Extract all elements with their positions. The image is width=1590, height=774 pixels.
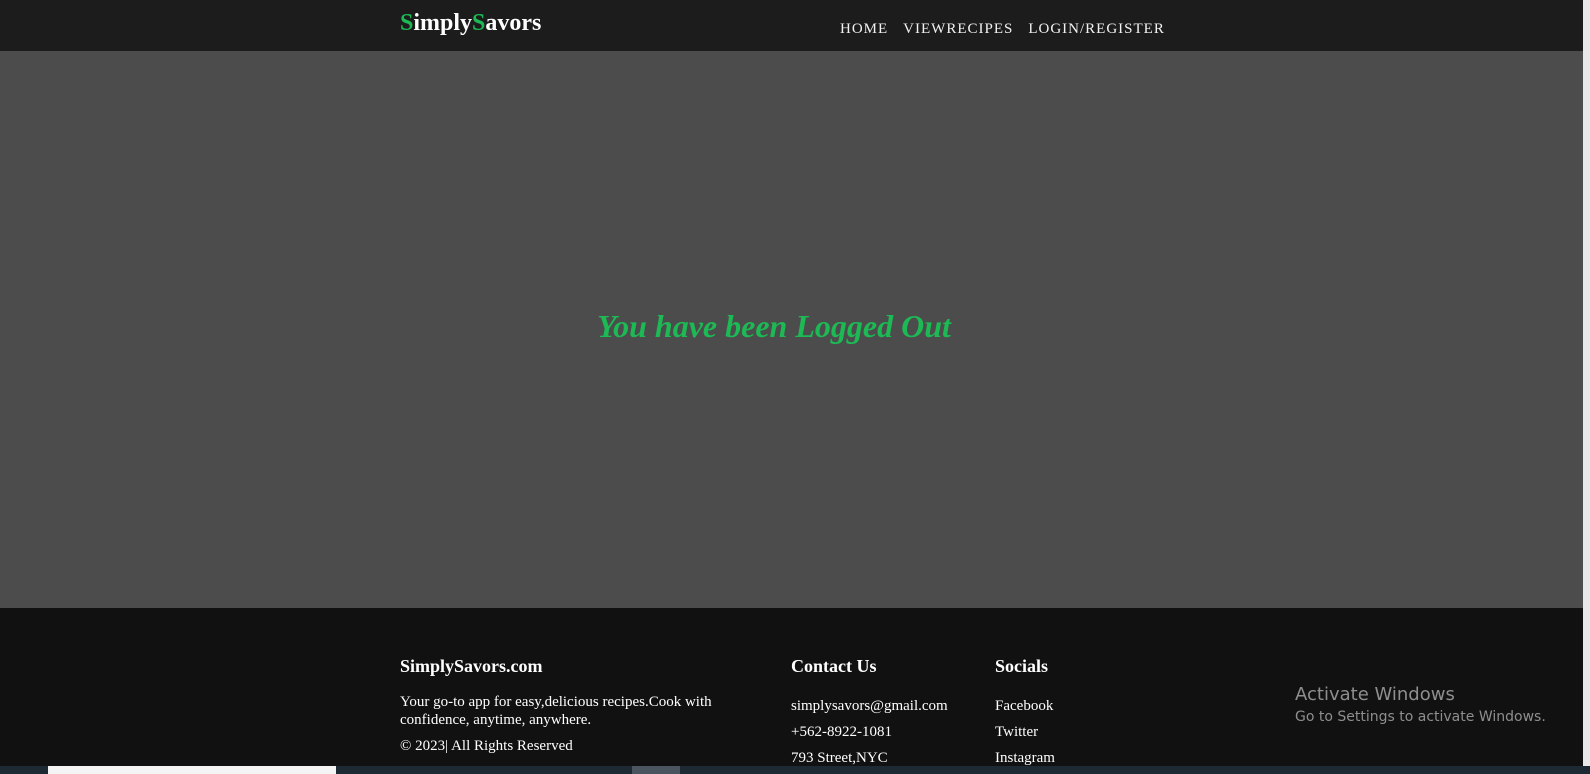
watermark-title: Activate Windows [1295,684,1455,705]
site-logo[interactable]: SimplySavors [400,10,541,37]
navbar: SimplySavors HOME VIEWRECIPES LOGIN/REGI… [0,0,1590,51]
nav-links: HOME VIEWRECIPES LOGIN/REGISTER [840,21,1165,38]
taskbar-active-item[interactable] [48,766,336,774]
nav-link-home[interactable]: HOME [840,21,888,38]
footer-contact: Contact Us simplysavors@gmail.com +562-8… [791,656,948,771]
taskbar-item[interactable] [632,766,680,774]
footer-about-heading: SimplySavors.com [400,656,543,676]
activate-windows-watermark: Activate Windows Go to Settings to activ… [1295,684,1546,725]
footer-socials: Socials Facebook Twitter Instagram [995,656,1055,771]
logo-initial-s: S [400,10,414,36]
social-link-facebook[interactable]: Facebook [995,693,1055,719]
vertical-scrollbar[interactable] [1583,0,1590,766]
footer-socials-heading: Socials [995,656,1049,676]
nav-link-login-register[interactable]: LOGIN/REGISTER [1028,21,1165,38]
logo-initial-s-second: S [472,10,486,36]
footer-contact-phone: +562-8922-1081 [791,724,892,740]
logout-message: You have been Logged Out [597,308,951,344]
footer-contact-email: simplysavors@gmail.com [791,698,948,714]
taskbar-strip [0,766,1590,774]
logo-text-avors: avors [485,10,542,36]
logo-text-imply: imply [413,10,473,36]
footer-contact-heading: Contact Us [791,656,877,676]
footer-copyright: © 2023| All Rights Reserved [400,738,573,754]
watermark-subtitle: Go to Settings to activate Windows. [1295,709,1546,725]
social-link-twitter[interactable]: Twitter [995,719,1055,745]
nav-link-view-recipes[interactable]: VIEWRECIPES [903,21,1013,38]
main-content: You have been Logged Out [0,51,1590,608]
footer-about-description: Your go-to app for easy,delicious recipe… [400,694,712,728]
footer-about: SimplySavors.com Your go-to app for easy… [400,656,745,755]
